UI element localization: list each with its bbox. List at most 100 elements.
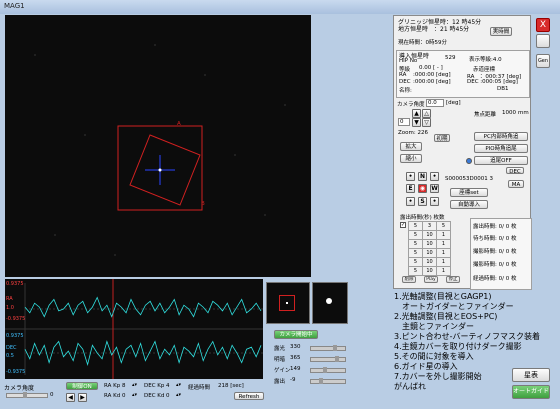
table-row[interactable]: 5 10 1 [408, 239, 451, 249]
south-button[interactable]: S [418, 197, 427, 206]
ra-kp-label: RA Kp [104, 383, 121, 389]
table-cell[interactable]: 1 [436, 230, 451, 240]
ma-button[interactable]: MA [508, 180, 524, 188]
east-button[interactable]: E [406, 184, 415, 193]
pio-track-button[interactable]: PIO時角追尾 [474, 144, 528, 153]
zoom-reset-button[interactable]: 初期 [434, 134, 450, 142]
table-cell[interactable]: 5 [408, 266, 423, 276]
stop-seq-button[interactable]: 停止 [446, 276, 460, 283]
table-row[interactable]: 5 10 1 [408, 248, 451, 258]
list-item: 3.ピント合わせ-バーティノフマスク装着 [394, 332, 541, 341]
table-row[interactable]: 5 10 1 [408, 257, 451, 267]
grade-value: 0.00 [ - ] [419, 65, 443, 71]
dec-top-tick: 0.9375 [6, 333, 24, 339]
ra-mid-tick: 1.0 [6, 305, 14, 311]
table-row[interactable]: 5 10 1 [408, 266, 451, 276]
timer-box: 露出時間: 0/ 0 枚 待ち時間: 0/ 0 枚 撮影時間: 0/ 0 枚 撮… [470, 218, 532, 290]
west-button[interactable]: W [430, 184, 439, 193]
table-row[interactable]: 5 10 1 [408, 230, 451, 240]
dot-br-button[interactable]: • [430, 197, 439, 206]
table-cell[interactable]: 1 [436, 266, 451, 276]
control-panel: グリニッジ恒星時：12 時45分 地方恒星時 ：21 時45分 実時間 現在時間… [393, 15, 532, 290]
table-cell[interactable]: 10 [422, 257, 437, 267]
table-cell[interactable]: 5 [408, 248, 423, 258]
clear-button[interactable]: 削除 [402, 276, 416, 283]
dot-right-button[interactable]: • [430, 172, 439, 181]
auto-goto-button[interactable]: 自動導入 [450, 200, 488, 209]
angle-slider[interactable] [6, 392, 48, 398]
dec-kp-value: 4 [166, 383, 170, 389]
table-cell[interactable]: 10 [422, 230, 437, 240]
exposure2-value: -9 [290, 377, 296, 383]
minimize-button[interactable] [536, 34, 550, 48]
main-window: MAG1 A B グリニッジ恒星時：12 時45分 地方恒星時 ：21 時45分… [0, 0, 560, 409]
table-cell[interactable]: 5 [408, 221, 423, 231]
camera-angle-label: カメラ角度 [397, 102, 425, 108]
coord-set-button[interactable]: 座標set [450, 188, 488, 197]
angle-input[interactable]: 0 [398, 118, 410, 126]
table-cell[interactable]: 10 [422, 248, 437, 258]
dec-button[interactable]: DEC [506, 167, 524, 174]
close-button[interactable]: X [536, 18, 550, 32]
north-button[interactable]: N [418, 172, 427, 181]
focal-value: 1000 [502, 110, 516, 116]
pc-sync-button[interactable]: PC内部時角追 [474, 132, 528, 141]
angle-up-button[interactable]: ▲ [412, 109, 421, 118]
dec-kp-spin[interactable]: ▴▾ [176, 382, 181, 388]
table-cell[interactable]: 10 [422, 239, 437, 249]
lst-realtime-button[interactable]: 実時間 [490, 27, 512, 36]
ra-kp-spin[interactable]: ▴▾ [132, 382, 137, 388]
exposure2-slider[interactable] [310, 378, 346, 384]
table-cell[interactable]: 10 [422, 266, 437, 276]
dot-bl-button[interactable]: • [406, 197, 415, 206]
field-overlay [34, 44, 286, 256]
dot-left-button[interactable]: • [406, 172, 415, 181]
control-on-button[interactable]: 制御ON [66, 382, 98, 390]
camera-angle-value[interactable]: 0.0 [426, 99, 444, 107]
stop-button[interactable]: ◉ [418, 184, 427, 193]
camera-start-button[interactable]: カメラ開始中 [274, 330, 318, 339]
gain-slider[interactable] [310, 367, 346, 373]
camera-angle-unit: [deg] [446, 100, 461, 106]
table-row[interactable]: 535 [408, 221, 451, 231]
gen-button[interactable]: Gen [536, 54, 550, 68]
dec-kd-spin[interactable]: ▴▾ [176, 392, 181, 398]
table-cell[interactable]: 3 [422, 221, 437, 231]
track-radio[interactable] [466, 158, 472, 164]
ctrl-left-button[interactable]: ◀ [66, 393, 75, 402]
table-cell[interactable]: 5 [436, 221, 451, 231]
zoom-shrink-button[interactable]: 縮小 [400, 154, 422, 163]
autoguide-button[interactable]: オートガイド [512, 385, 550, 399]
overlay-label-b: B [201, 201, 205, 207]
star-zoom-thumbnail[interactable] [312, 282, 348, 324]
table-cell[interactable]: 5 [408, 239, 423, 249]
table-cell[interactable]: 1 [436, 257, 451, 267]
ra-bottom-tick: -0.9375 [6, 316, 26, 322]
ctrl-right-button[interactable]: ▶ [78, 393, 87, 402]
ra-kd-spin[interactable]: ▴▾ [132, 392, 137, 398]
table-cell[interactable]: 1 [436, 239, 451, 249]
hip-label: HIP No [399, 58, 418, 64]
refresh-button[interactable]: Refresh [234, 392, 264, 400]
star-catalog-button[interactable]: 星表 [512, 368, 550, 382]
ra-kd-value: 0 [122, 393, 126, 399]
row-checkbox[interactable]: ✓ [400, 222, 406, 228]
brightness-slider[interactable] [310, 356, 346, 362]
overlay-label-a: A [177, 121, 181, 127]
dec-bottom-tick: -0.9375 [6, 369, 26, 375]
guide-graph-panel: 0.9375 RA 1.0 -0.9375 0.9375 DEC 0.5 -0.… [5, 279, 263, 379]
coord-value: S000053D0001 3 [445, 176, 493, 182]
angle-down-button[interactable]: ▼ [412, 118, 421, 127]
table-cell[interactable]: 5 [408, 230, 423, 240]
angle-down2-button[interactable]: ▽ [422, 118, 431, 127]
table-cell[interactable]: 5 [408, 257, 423, 267]
zoom-label: Zoom: 226 [398, 130, 428, 136]
play-button[interactable]: Play [424, 276, 438, 283]
guide-thumbnail[interactable] [266, 282, 310, 324]
track-off-button[interactable]: 追尾OFF [474, 156, 528, 165]
zoom-enlarge-button[interactable]: 拡大 [400, 142, 422, 151]
angle-up2-button[interactable]: △ [422, 109, 431, 118]
table-cell[interactable]: 1 [436, 248, 451, 258]
exposure-slider[interactable] [310, 345, 346, 351]
star-field-view[interactable]: A B [5, 15, 311, 277]
